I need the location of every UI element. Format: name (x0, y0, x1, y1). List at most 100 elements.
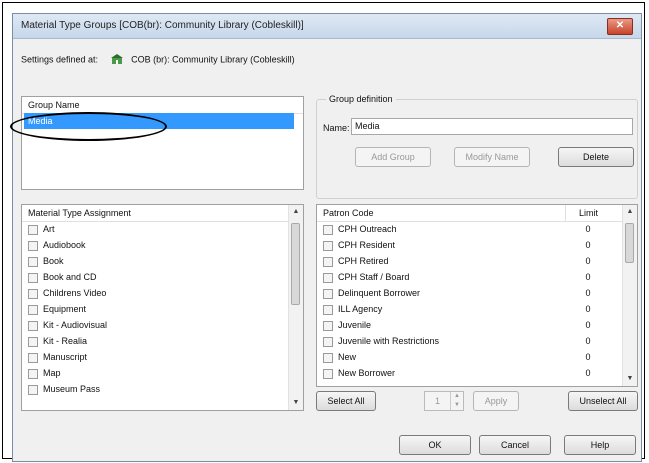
highlight-annotation-oval (10, 112, 167, 141)
settings-defined-at: Settings defined at: COB (br): Community… (21, 54, 295, 65)
patron-code-cell: Juvenile with Restrictions (338, 336, 440, 346)
checkbox[interactable] (28, 368, 38, 379)
list-item[interactable]: Museum Pass (28, 382, 100, 397)
group-definition-legend: Group definition (326, 94, 396, 104)
checkbox[interactable] (323, 288, 333, 299)
table-row[interactable]: ILL Agency 0 (323, 302, 619, 317)
checkbox[interactable] (323, 272, 333, 283)
list-item[interactable]: Kit - Audiovisual (28, 318, 107, 333)
column-divider (565, 205, 566, 221)
material-type-list[interactable]: Material Type Assignment Art Audiobook B… (21, 204, 304, 411)
checkbox[interactable] (323, 256, 333, 267)
table-row[interactable]: New 0 (323, 350, 619, 365)
spinner-arrows-icon[interactable]: ▲ ▼ (450, 392, 463, 410)
checkbox[interactable] (28, 272, 38, 283)
checkbox[interactable] (323, 352, 333, 363)
patron-code-cell: CPH Staff / Board (338, 272, 410, 282)
cancel-button[interactable]: Cancel (479, 435, 551, 455)
list-item[interactable]: Art (28, 222, 55, 237)
list-item[interactable]: Audiobook (28, 238, 86, 253)
limit-cell[interactable]: 0 (573, 334, 603, 349)
scroll-up-icon[interactable]: ▲ (623, 205, 637, 219)
settings-label: Settings defined at: (21, 54, 99, 65)
checkbox[interactable] (323, 320, 333, 331)
title-bar: Material Type Groups [COB(br): Community… (13, 14, 641, 39)
patron-code-scrollbar[interactable]: ▲ ▼ (622, 205, 637, 386)
checkbox[interactable] (323, 336, 333, 347)
scroll-down-icon[interactable]: ▼ (289, 396, 303, 410)
close-button[interactable]: ✕ (607, 18, 633, 35)
list-item[interactable]: Book (28, 254, 64, 269)
list-item[interactable]: Book and CD (28, 270, 97, 285)
material-type-groups-dialog: Material Type Groups [COB(br): Community… (12, 13, 642, 462)
checkbox[interactable] (28, 288, 38, 299)
library-icon (110, 54, 123, 65)
modify-name-button[interactable]: Modify Name (454, 147, 530, 167)
apply-button[interactable]: Apply (473, 391, 519, 411)
help-button[interactable]: Help (564, 435, 636, 455)
limit-cell[interactable]: 0 (573, 286, 603, 301)
table-row[interactable]: Juvenile with Restrictions 0 (323, 334, 619, 349)
material-type-label: Art (43, 224, 55, 234)
group-name-header-label: Group Name (28, 100, 80, 110)
checkbox[interactable] (28, 336, 38, 347)
checkbox[interactable] (28, 304, 38, 315)
checkbox[interactable] (323, 304, 333, 315)
patron-code-cell: CPH Retired (338, 256, 389, 266)
scroll-thumb[interactable] (291, 223, 300, 305)
checkbox[interactable] (28, 320, 38, 331)
settings-value: COB (br): Community Library (Cobleskill) (131, 54, 295, 65)
limit-spinner[interactable]: 1 ▲ ▼ (424, 391, 464, 411)
table-row[interactable]: CPH Resident 0 (323, 238, 619, 253)
material-type-label: Kit - Audiovisual (43, 320, 108, 330)
patron-code-cell: ILL Agency (338, 304, 383, 314)
limit-cell[interactable]: 0 (573, 366, 603, 381)
group-name-list[interactable]: Group Name Media (21, 96, 304, 190)
limit-spinner-value: 1 (435, 396, 441, 406)
unselect-all-button[interactable]: Unselect All (568, 391, 638, 411)
limit-cell[interactable]: 0 (573, 350, 603, 365)
material-type-scrollbar[interactable]: ▲ ▼ (288, 205, 303, 410)
limit-cell[interactable]: 0 (573, 254, 603, 269)
material-type-header-label: Material Type Assignment (28, 208, 131, 218)
list-item[interactable]: Manuscript (28, 350, 87, 365)
ok-button[interactable]: OK (399, 435, 471, 455)
limit-cell[interactable]: 0 (573, 302, 603, 317)
checkbox[interactable] (323, 240, 333, 251)
list-item[interactable]: Childrens Video (28, 286, 106, 301)
scroll-down-icon[interactable]: ▼ (623, 372, 637, 386)
material-type-header: Material Type Assignment (22, 205, 303, 222)
table-row[interactable]: CPH Staff / Board 0 (323, 270, 619, 285)
table-row[interactable]: Juvenile 0 (323, 318, 619, 333)
table-row[interactable]: New Borrower 0 (323, 366, 619, 381)
material-type-label: Childrens Video (43, 288, 107, 298)
limit-cell[interactable]: 0 (573, 270, 603, 285)
select-all-button[interactable]: Select All (316, 391, 376, 411)
checkbox[interactable] (28, 224, 38, 235)
limit-cell[interactable]: 0 (573, 318, 603, 333)
checkbox[interactable] (28, 240, 38, 251)
patron-code-cell: Juvenile (338, 320, 372, 330)
checkbox[interactable] (28, 384, 38, 395)
list-item[interactable]: Equipment (28, 302, 86, 317)
scroll-up-icon[interactable]: ▲ (289, 205, 303, 219)
checkbox[interactable] (28, 352, 38, 363)
add-group-button[interactable]: Add Group (355, 147, 431, 167)
checkbox[interactable] (28, 256, 38, 267)
checkbox[interactable] (323, 368, 333, 379)
list-item[interactable]: Map (28, 366, 61, 381)
limit-cell[interactable]: 0 (573, 222, 603, 237)
table-row[interactable]: Delinquent Borrower 0 (323, 286, 619, 301)
table-row[interactable]: CPH Retired 0 (323, 254, 619, 269)
list-item[interactable]: Kit - Realia (28, 334, 87, 349)
table-row[interactable]: CPH Outreach 0 (323, 222, 619, 237)
patron-code-cell: New (338, 352, 357, 362)
patron-code-list[interactable]: Patron Code Limit CPH Outreach 0 CPH Resi… (316, 204, 638, 387)
patron-code-cell: CPH Outreach (338, 224, 397, 234)
material-type-label: Map (43, 368, 61, 378)
checkbox[interactable] (323, 224, 333, 235)
limit-cell[interactable]: 0 (573, 238, 603, 253)
scroll-thumb[interactable] (625, 223, 634, 263)
group-name-input[interactable]: Media (351, 118, 633, 135)
delete-button[interactable]: Delete (558, 147, 634, 167)
